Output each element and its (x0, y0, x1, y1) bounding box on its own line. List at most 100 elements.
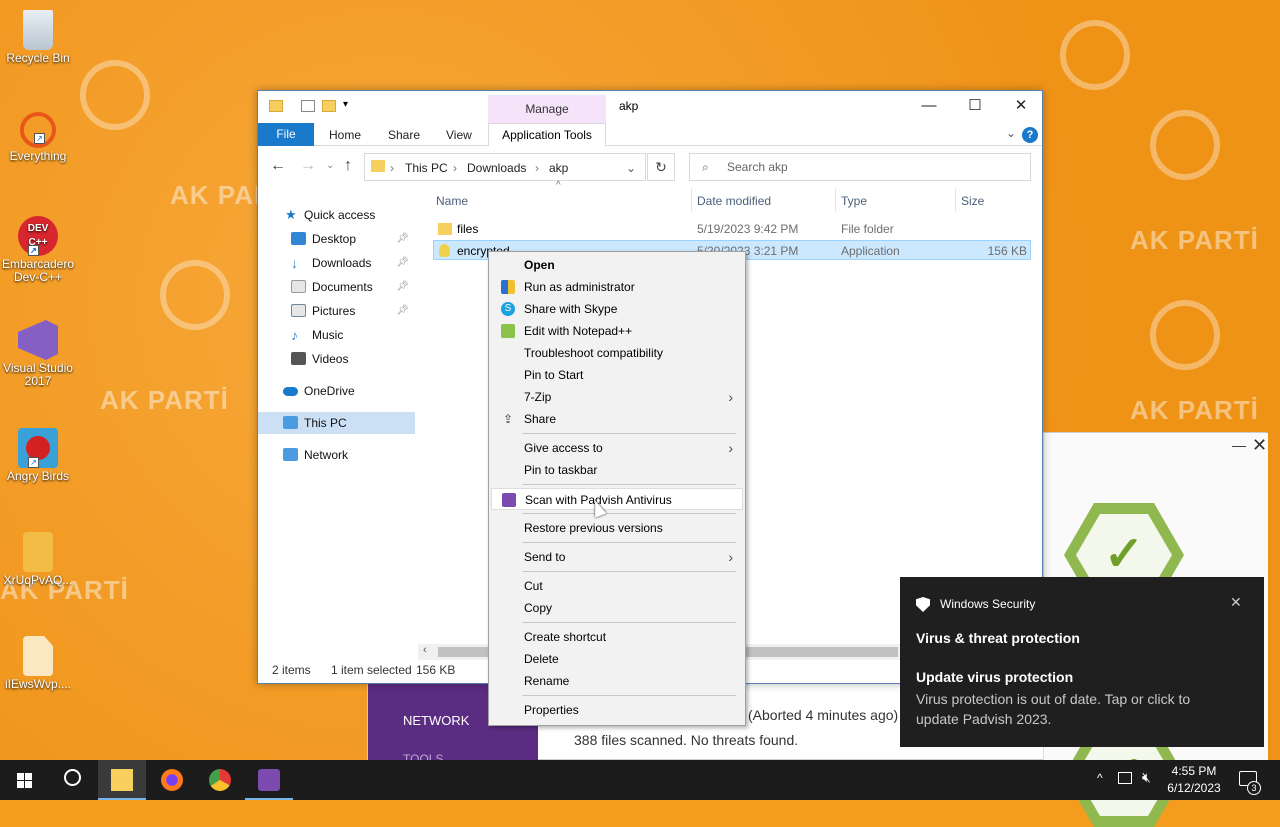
menu-item-7zip[interactable]: 7-Zip › (491, 386, 743, 408)
menu-label: Cut (524, 579, 543, 593)
breadcrumb-downloads[interactable]: Downloads (467, 161, 526, 175)
minimize-icon[interactable]: — (906, 91, 952, 121)
breadcrumb-this-pc[interactable]: This PC (405, 161, 448, 175)
desktop-icon-iiewswvp[interactable]: iIEwsWvp.... (0, 636, 76, 691)
folder-icon (438, 223, 452, 235)
nav-item-network[interactable]: Network (258, 444, 415, 466)
desktop-icon-visual-studio[interactable]: Visual Studio 2017 (0, 320, 76, 388)
menu-item-restore-versions[interactable]: Restore previous versions (491, 517, 743, 539)
column-divider[interactable] (955, 188, 956, 212)
menu-item-send-to[interactable]: Send to › (491, 546, 743, 568)
up-arrow-icon[interactable]: ↑ (344, 157, 352, 175)
scroll-left-icon[interactable]: ‹ (423, 644, 427, 656)
file-row-files[interactable]: files 5/19/2023 9:42 PM File folder (433, 219, 1031, 239)
menu-item-share-skype[interactable]: S Share with Skype (491, 298, 743, 320)
breadcrumb-akp[interactable]: akp (549, 161, 568, 175)
padvish-close-icon[interactable]: ✕ (1252, 435, 1267, 456)
column-header-type[interactable]: Type (841, 194, 867, 208)
padvish-minimize-icon[interactable]: — (1232, 437, 1246, 453)
close-icon[interactable]: ✕ (998, 91, 1044, 121)
taskbar-padvish[interactable] (245, 760, 293, 800)
watermark-bulb (1150, 300, 1220, 370)
taskbar-chrome[interactable] (196, 760, 244, 800)
nav-item-videos[interactable]: Videos (258, 348, 415, 370)
address-dropdown-icon[interactable]: ⌄ (626, 161, 636, 175)
volume-muted-icon[interactable]: 🔇︎ (1142, 769, 1151, 786)
nav-item-pictures[interactable]: Pictures 📌︎ (258, 300, 415, 322)
desktop-icon-angry-birds[interactable]: ↗ Angry Birds (0, 428, 76, 483)
nav-label: This PC (304, 416, 347, 430)
download-arrow-icon: ↓ (291, 255, 298, 271)
menu-item-notepadpp[interactable]: Edit with Notepad++ (491, 320, 743, 342)
desktop-icon-xruqpvaq[interactable]: XrUqPvAQ... (0, 532, 76, 587)
nav-item-this-pc[interactable]: This PC (258, 412, 415, 434)
refresh-icon[interactable]: ↻ (647, 153, 675, 181)
notepadpp-icon (501, 324, 515, 338)
help-icon[interactable]: ? (1022, 127, 1038, 143)
taskbar: ^ 🔇︎ 4:55 PM 6/12/2023 3 (0, 760, 1280, 800)
expand-ribbon-icon[interactable]: ⌄ (1006, 126, 1016, 140)
taskbar-file-explorer[interactable] (98, 760, 146, 800)
menu-item-cut[interactable]: Cut (491, 575, 743, 597)
desktop-icon-everything[interactable]: ↗ Everything (0, 112, 76, 163)
column-header-date[interactable]: Date modified (697, 194, 771, 208)
application-icon (439, 244, 450, 257)
menu-item-properties[interactable]: Properties (491, 699, 743, 721)
pin-icon[interactable]: 📌︎ (396, 228, 409, 250)
properties-icon[interactable] (301, 100, 315, 112)
column-divider[interactable] (691, 188, 692, 212)
customize-quick-access-icon[interactable]: ▾ (343, 99, 348, 110)
clock-date: 6/12/2023 (1167, 781, 1221, 795)
nav-item-desktop[interactable]: Desktop 📌︎ (258, 228, 415, 250)
toast-close-icon[interactable]: ✕ (1230, 594, 1242, 611)
menu-item-rename[interactable]: Rename (491, 670, 743, 692)
menu-item-scan-padvish[interactable]: Scan with Padvish Antivirus (491, 488, 743, 510)
menu-item-create-shortcut[interactable]: Create shortcut (491, 626, 743, 648)
tab-view[interactable]: View (446, 126, 472, 144)
search-box[interactable]: ⌕ Search akp (689, 153, 1031, 181)
back-arrow-icon[interactable]: ← (270, 157, 286, 175)
forward-arrow-icon[interactable]: → (300, 157, 316, 175)
address-bar[interactable]: › This PC › Downloads › akp ⌄ (364, 153, 646, 181)
network-status-icon[interactable] (1118, 772, 1132, 784)
menu-item-open[interactable]: Open (491, 254, 743, 276)
show-hidden-icons-icon[interactable]: ^ (1097, 771, 1103, 785)
column-header-name[interactable]: Name (436, 194, 468, 208)
recent-locations-icon[interactable]: ⌄ (326, 160, 334, 171)
tab-share[interactable]: Share (388, 126, 420, 144)
nav-item-quick-access[interactable]: ★ Quick access (258, 204, 415, 226)
nav-item-documents[interactable]: Documents 📌︎ (258, 276, 415, 298)
search-button[interactable] (48, 760, 96, 800)
menu-item-share[interactable]: ⇪ Share (491, 408, 743, 430)
padvish-nav-network[interactable]: NETWORK (403, 713, 469, 728)
desktop-icon-devcpp[interactable]: DEV C++ ↗ Embarcadero Dev-C++ (0, 216, 76, 284)
menu-label: Send to (524, 550, 566, 564)
menu-item-delete[interactable]: Delete (491, 648, 743, 670)
start-button[interactable] (0, 760, 48, 800)
tab-home[interactable]: Home (329, 126, 361, 144)
computer-icon (283, 416, 298, 429)
pin-icon[interactable]: 📌︎ (396, 252, 409, 274)
tab-file[interactable]: File (258, 123, 314, 146)
menu-item-run-as-admin[interactable]: Run as administrator (491, 276, 743, 298)
windows-security-toast[interactable]: Windows Security ✕ Virus & threat protec… (900, 577, 1264, 747)
taskbar-firefox[interactable] (148, 760, 196, 800)
taskbar-clock[interactable]: 4:55 PM 6/12/2023 (1160, 763, 1228, 797)
new-folder-icon[interactable] (322, 100, 336, 112)
nav-item-downloads[interactable]: ↓ Downloads 📌︎ (258, 252, 415, 274)
tab-application-tools[interactable]: Application Tools (488, 123, 606, 146)
column-header-size[interactable]: Size (961, 194, 984, 208)
pin-icon[interactable]: 📌︎ (396, 276, 409, 298)
menu-item-pin-taskbar[interactable]: Pin to taskbar (491, 459, 743, 481)
column-divider[interactable] (835, 188, 836, 212)
pin-icon[interactable]: 📌︎ (396, 300, 409, 322)
nav-item-music[interactable]: ♪ Music (258, 324, 415, 346)
menu-item-troubleshoot[interactable]: Troubleshoot compatibility (491, 342, 743, 364)
desktop-icon-recycle-bin[interactable]: Recycle Bin (0, 10, 76, 65)
menu-item-pin-start[interactable]: Pin to Start (491, 364, 743, 386)
menu-item-copy[interactable]: Copy (491, 597, 743, 619)
menu-item-give-access[interactable]: Give access to › (491, 437, 743, 459)
nav-item-onedrive[interactable]: OneDrive (258, 380, 415, 402)
manage-context-tab[interactable]: Manage (488, 95, 606, 123)
maximize-icon[interactable]: ☐ (952, 91, 998, 121)
